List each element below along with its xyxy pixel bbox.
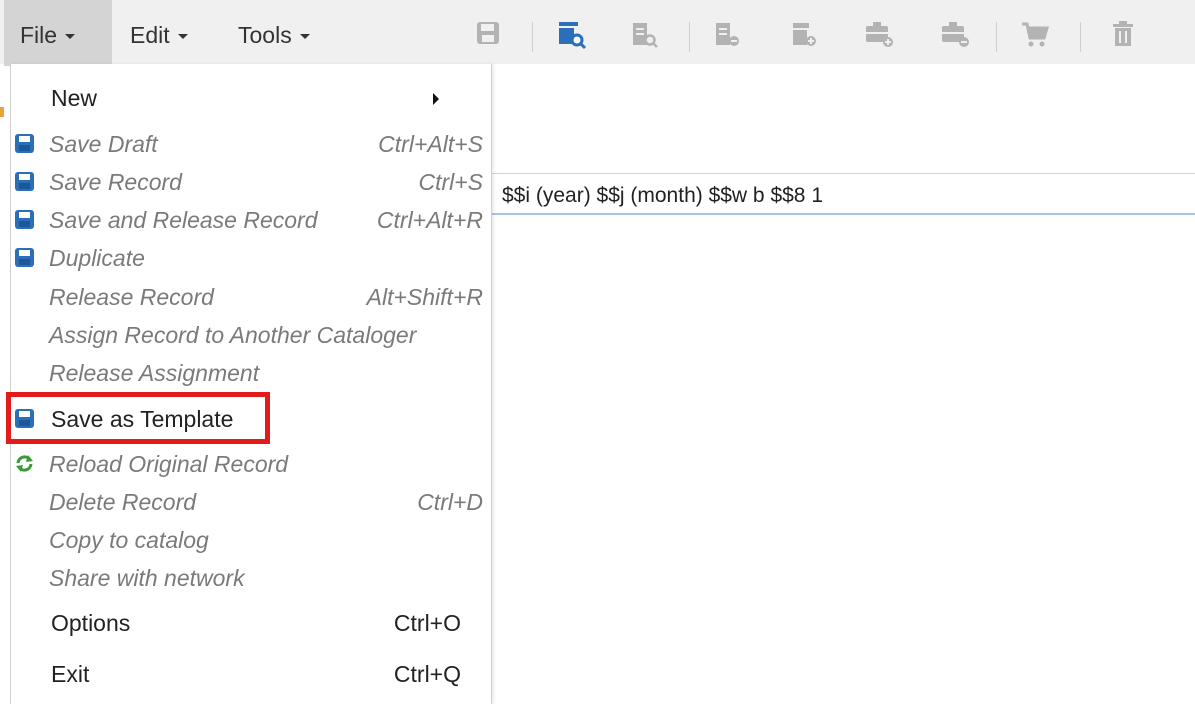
record-add-icon[interactable] xyxy=(790,20,820,50)
save-icon xyxy=(15,172,34,191)
edge-marker xyxy=(0,107,4,117)
menu-item-label: Reload Original Record xyxy=(49,451,289,477)
file-dropdown-menu: New Save Draft Ctrl+Alt+S Save Record Ct… xyxy=(10,64,492,704)
menu-item-release-record[interactable]: Release Record Alt+Shift+R xyxy=(11,277,491,315)
tools-menu-button[interactable]: Tools xyxy=(222,0,326,66)
menu-item-label: Save Record xyxy=(49,169,182,195)
menu-item-label: Share with network xyxy=(49,565,245,591)
field-row[interactable]: $$i (year) $$j (month) $$w b $$8 1 xyxy=(490,173,1195,215)
menu-item-exit[interactable]: Exit Ctrl+Q xyxy=(11,654,491,692)
menu-item-label: New xyxy=(51,85,98,111)
menu-item-save-record[interactable]: Save Record Ctrl+S xyxy=(11,162,491,200)
record-search-icon[interactable] xyxy=(630,20,660,50)
menu-item-shortcut: Ctrl+D xyxy=(417,489,483,515)
menu-item-shortcut: Ctrl+O xyxy=(393,610,461,636)
toolbar-separator xyxy=(996,22,997,52)
toolbar-separator xyxy=(689,22,690,52)
search-record-icon[interactable] xyxy=(557,20,587,50)
folder-add-icon[interactable] xyxy=(864,20,896,50)
menu-item-label: Options xyxy=(51,610,131,636)
edit-menu-label: Edit xyxy=(130,22,170,48)
menu-item-shortcut: Alt+Shift+R xyxy=(366,284,483,310)
menu-item-new[interactable]: New xyxy=(11,78,491,116)
chevron-down-icon xyxy=(299,34,310,40)
field-value: $$i (year) $$j (month) $$w b $$8 1 xyxy=(502,184,823,207)
menu-item-copy-to-catalog[interactable]: Copy to catalog xyxy=(11,520,491,558)
menu-item-share-with-network[interactable]: Share with network xyxy=(11,558,491,596)
save-icon xyxy=(15,248,34,267)
save-icon xyxy=(15,409,34,428)
save-icon xyxy=(15,134,34,153)
menu-item-label: Exit xyxy=(51,661,90,687)
submenu-arrow-icon xyxy=(433,93,439,105)
menu-item-shortcut: Ctrl+Alt+R xyxy=(376,207,483,233)
toolbar-separator xyxy=(1080,22,1081,52)
menu-item-shortcut: Ctrl+Q xyxy=(393,661,461,687)
menu-item-save-and-release[interactable]: Save and Release Record Ctrl+Alt+R xyxy=(11,200,491,238)
menu-item-label: Save and Release Record xyxy=(49,207,318,233)
toolbar-separator xyxy=(532,22,533,52)
menu-item-label: Delete Record xyxy=(49,489,197,515)
menu-item-label: Assign Record to Another Cataloger xyxy=(49,322,417,348)
tools-menu-label: Tools xyxy=(238,22,292,48)
menu-item-options[interactable]: Options Ctrl+O xyxy=(11,603,491,641)
chevron-down-icon xyxy=(65,34,76,40)
menu-item-shortcut: Ctrl+Alt+S xyxy=(378,131,483,157)
menu-item-label: Release Record xyxy=(49,284,214,310)
menu-item-label: Save as Template xyxy=(51,406,234,432)
save-icon[interactable] xyxy=(475,20,501,46)
menu-item-save-draft[interactable]: Save Draft Ctrl+Alt+S xyxy=(11,124,491,162)
menu-item-release-assignment[interactable]: Release Assignment xyxy=(11,353,491,391)
menu-item-assign-record[interactable]: Assign Record to Another Cataloger xyxy=(11,315,491,353)
edit-menu-button[interactable]: Edit xyxy=(114,0,204,66)
menu-bar: File Edit Tools xyxy=(0,0,1195,66)
file-menu-button[interactable]: File xyxy=(4,0,112,66)
menu-item-label: Copy to catalog xyxy=(49,527,209,553)
cart-icon[interactable] xyxy=(1020,20,1050,50)
refresh-icon xyxy=(16,455,33,472)
menu-item-label: Save Draft xyxy=(49,131,158,157)
menu-item-reload-original[interactable]: Reload Original Record xyxy=(11,444,491,482)
menu-item-label: Duplicate xyxy=(49,245,145,271)
folder-remove-icon[interactable] xyxy=(940,20,972,50)
trash-icon[interactable] xyxy=(1110,20,1136,48)
menu-item-label: Release Assignment xyxy=(49,360,260,386)
save-icon xyxy=(15,210,34,229)
menu-item-shortcut: Ctrl+S xyxy=(418,169,483,195)
menu-item-delete-record[interactable]: Delete Record Ctrl+D xyxy=(11,482,491,520)
chevron-down-icon xyxy=(177,34,188,40)
menu-item-duplicate[interactable]: Duplicate xyxy=(11,238,491,276)
menu-item-save-as-template[interactable]: Save as Template xyxy=(11,399,491,437)
record-copy-icon[interactable] xyxy=(713,20,743,50)
file-menu-label: File xyxy=(20,22,58,48)
